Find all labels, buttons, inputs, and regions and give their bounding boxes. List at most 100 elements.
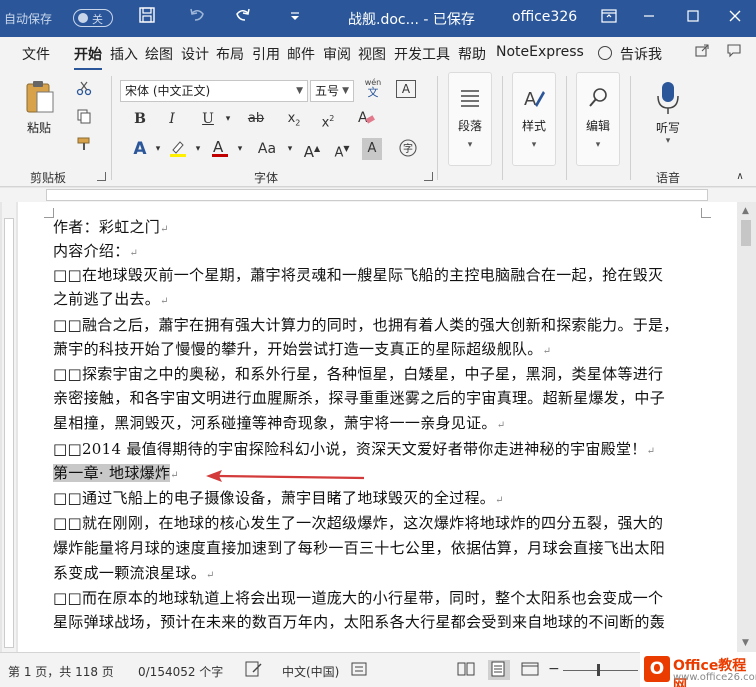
doc-line: □□融合之后，蕭宇在拥有强大计算力的同时，也拥有着人类的强大创新和探索能力。于是… bbox=[53, 316, 679, 334]
svg-text:A: A bbox=[524, 89, 537, 110]
scroll-up-icon[interactable]: ▲ bbox=[742, 206, 749, 216]
language-indicator[interactable]: 中文(中国) bbox=[282, 663, 339, 680]
undo-icon[interactable] bbox=[184, 6, 210, 30]
vertical-scrollbar[interactable]: ▲ ▼ bbox=[737, 202, 756, 652]
zoom-out-icon[interactable]: − bbox=[548, 661, 560, 677]
styles-label: 样式 bbox=[521, 119, 546, 133]
doc-line: 作者：彩虹之门↵ bbox=[53, 218, 169, 236]
close-icon[interactable] bbox=[722, 6, 748, 30]
doc-line: □□在地球毁灭前一个星期，蕭宇将灵魂和一艘星际飞船的主控电脑融合在一起，抢在毁灭 bbox=[53, 266, 664, 284]
read-mode-icon[interactable] bbox=[456, 660, 478, 680]
format-painter-icon[interactable] bbox=[72, 136, 96, 158]
horizontal-ruler[interactable] bbox=[0, 188, 756, 202]
group-separator bbox=[566, 76, 567, 180]
print-layout-icon[interactable] bbox=[488, 660, 510, 680]
tab-developer[interactable]: 开发工具 bbox=[394, 44, 450, 64]
font-size-value: 五号 bbox=[315, 84, 340, 98]
superscript-icon[interactable]: x2 bbox=[316, 108, 340, 130]
paragraph-button[interactable]: 段落 ▾ bbox=[448, 72, 492, 166]
tab-design[interactable]: 设计 bbox=[181, 44, 209, 64]
doc-line: 系变成一颗流浪星球。↵ bbox=[53, 564, 215, 582]
enclose-characters-icon[interactable]: 字 bbox=[396, 138, 420, 160]
document-page[interactable]: 作者：彩虹之门↵ 内容介绍：↵ □□在地球毁灭前一个星期，蕭宇将灵魂和一艘星际飞… bbox=[18, 202, 737, 652]
doc-line: □□就在刚刚，在地球的核心发生了一次超级爆炸，这次爆炸将地球炸的四分五裂，强大的 bbox=[53, 514, 664, 532]
cut-icon[interactable] bbox=[72, 80, 96, 102]
account-name[interactable]: office326 bbox=[512, 9, 577, 25]
tab-review[interactable]: 审阅 bbox=[323, 44, 351, 64]
paste-button[interactable]: 粘贴 bbox=[18, 78, 60, 136]
editing-button[interactable]: 编辑 ▾ bbox=[576, 72, 620, 166]
page-count[interactable]: 第 1 页，共 118 页 bbox=[8, 663, 114, 680]
scroll-thumb[interactable] bbox=[741, 220, 751, 246]
font-size-select[interactable]: 五号 ▼ bbox=[310, 80, 354, 102]
font-name-value: 宋体 (中文正文) bbox=[125, 84, 211, 98]
tab-layout[interactable]: 布局 bbox=[216, 44, 244, 64]
zoom-slider[interactable] bbox=[563, 670, 638, 671]
lightbulb-icon[interactable] bbox=[598, 46, 612, 60]
collapse-ribbon-icon[interactable]: ∧ bbox=[728, 166, 752, 188]
red-arrow-annotation bbox=[206, 470, 364, 482]
doc-line: 之前逃了出去。↵ bbox=[53, 290, 169, 308]
save-icon[interactable] bbox=[134, 6, 160, 30]
italic-icon[interactable]: I bbox=[160, 108, 184, 130]
copy-icon[interactable] bbox=[72, 108, 96, 130]
chevron-down-icon: ▾ bbox=[467, 140, 473, 150]
group-separator bbox=[111, 76, 112, 180]
tab-references[interactable]: 引用 bbox=[252, 44, 280, 64]
tab-view[interactable]: 视图 bbox=[358, 44, 386, 64]
underline-dropdown-icon[interactable]: ▾ bbox=[216, 108, 240, 130]
grow-font-icon[interactable]: A▲ bbox=[300, 138, 324, 161]
chevron-down-icon[interactable]: ▾ bbox=[228, 138, 252, 160]
comments-icon[interactable] bbox=[722, 42, 746, 64]
macro-recording-icon[interactable] bbox=[350, 660, 372, 680]
shrink-font-icon[interactable]: A▼ bbox=[330, 138, 354, 160]
proofing-icon[interactable] bbox=[244, 660, 266, 680]
title-bar: 自动保存 关 战舰.doc... - 已保存 office326 bbox=[0, 0, 756, 37]
chapter-heading-selected[interactable]: 第一章· 地球爆炸↵ bbox=[53, 462, 179, 483]
web-layout-icon[interactable] bbox=[520, 660, 542, 680]
tab-noteexpress[interactable]: NoteExpress bbox=[496, 44, 584, 60]
tab-mailings[interactable]: 邮件 bbox=[287, 44, 315, 64]
tab-file[interactable]: 文件 bbox=[22, 44, 50, 64]
styles-icon: A bbox=[521, 85, 547, 111]
chevron-down-icon[interactable]: ▾ bbox=[186, 138, 210, 160]
font-launcher-icon[interactable] bbox=[424, 172, 433, 181]
autosave-toggle[interactable]: 关 bbox=[73, 9, 113, 27]
doc-line: 星相撞，黑洞毁灭，河系碰撞等神奇现象，萧宇将一一亲身见证。↵ bbox=[53, 414, 506, 432]
minimize-icon[interactable] bbox=[636, 6, 662, 30]
dictate-button[interactable]: 听写 ▾ bbox=[646, 78, 690, 146]
redo-icon[interactable] bbox=[230, 6, 256, 30]
ribbon-home: 粘贴 剪贴板 宋体 (中文正文) ▼ 五号 ▼ wén 文 A B I U ▾ … bbox=[0, 70, 756, 187]
tell-me-search[interactable]: 告诉我 bbox=[620, 44, 662, 64]
bold-icon[interactable]: B bbox=[128, 108, 152, 130]
chevron-down-icon: ▾ bbox=[531, 140, 537, 150]
doc-line: 星际弹球战场，预计在未来的数百万年内，太阳系各大行星都会受到来自地球的不间断的轰 bbox=[53, 613, 666, 631]
tab-draw[interactable]: 绘图 bbox=[145, 44, 173, 64]
character-border-icon[interactable]: A bbox=[396, 80, 416, 98]
phonetic-guide-button[interactable]: wén 文 bbox=[362, 78, 384, 98]
clipboard-launcher-icon[interactable] bbox=[97, 172, 106, 181]
scroll-down-icon[interactable]: ▼ bbox=[742, 638, 749, 648]
tab-help[interactable]: 帮助 bbox=[458, 44, 486, 64]
zoom-slider-knob[interactable] bbox=[597, 664, 600, 676]
word-count[interactable]: 0/154052 个字 bbox=[138, 663, 223, 680]
customize-toolbar-icon[interactable] bbox=[282, 6, 308, 30]
doc-line: 内容介绍：↵ bbox=[53, 242, 139, 260]
ruler-track bbox=[46, 189, 708, 201]
font-name-select[interactable]: 宋体 (中文正文) ▼ bbox=[120, 80, 308, 102]
tab-home[interactable]: 开始 bbox=[74, 44, 102, 71]
subscript-icon[interactable]: x2 bbox=[282, 108, 306, 130]
doc-line: □□2014 最值得期待的宇宙探险科幻小说，资深天文爱好者带你走进神秘的宇宙殿堂… bbox=[53, 440, 656, 458]
vertical-ruler[interactable] bbox=[2, 202, 16, 652]
ribbon-display-icon[interactable] bbox=[596, 6, 622, 30]
tab-insert[interactable]: 插入 bbox=[110, 44, 138, 64]
logo-url: www.office26.com bbox=[673, 672, 756, 683]
share-icon[interactable] bbox=[690, 42, 714, 64]
character-shading-icon[interactable]: A bbox=[362, 138, 382, 160]
strikethrough-icon[interactable]: ab bbox=[244, 108, 268, 130]
styles-button[interactable]: A 样式 ▾ bbox=[512, 72, 556, 166]
clear-formatting-icon[interactable]: A bbox=[354, 108, 378, 130]
autosave-label: 自动保存 bbox=[4, 12, 53, 26]
chevron-down-icon[interactable]: ▾ bbox=[278, 138, 302, 160]
maximize-icon[interactable] bbox=[680, 6, 706, 30]
